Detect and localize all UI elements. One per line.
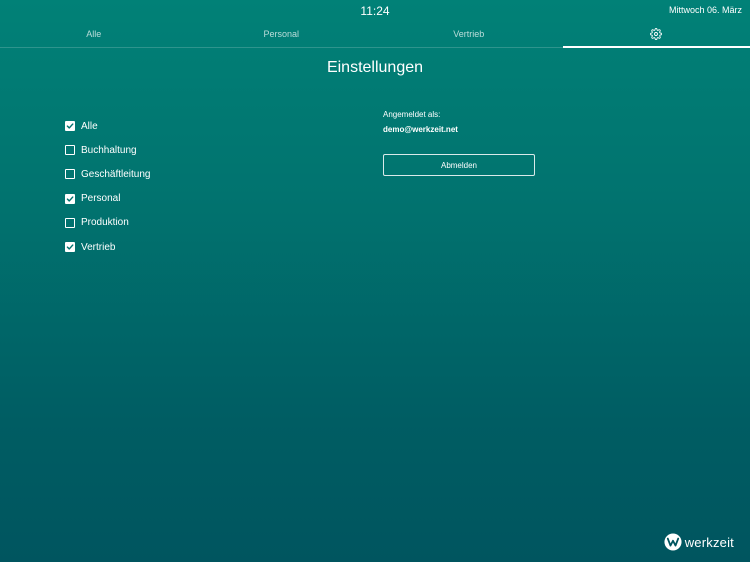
checkbox[interactable] (65, 121, 75, 132)
status-bar: 11:24 Mittwoch 06. März (0, 0, 750, 20)
checkbox[interactable] (65, 217, 75, 228)
logo-text: werkzeit (684, 534, 734, 550)
checkbox[interactable] (65, 193, 75, 204)
filter-label: Alle (81, 120, 98, 132)
checkbox[interactable] (65, 145, 75, 156)
status-time: 11:24 (360, 4, 390, 18)
filter-item-produktion[interactable]: Produktion (65, 211, 151, 235)
tab-personal[interactable]: Personal (188, 21, 376, 47)
tab-alle[interactable]: Alle (0, 21, 188, 47)
tab-label: Personal (263, 29, 300, 39)
account-email: demo@werkzeit.net (383, 125, 458, 134)
filter-item-buchhaltung[interactable]: Buchhaltung (65, 138, 151, 162)
check-icon (66, 196, 74, 202)
filter-item-alle[interactable]: Alle (65, 114, 151, 138)
tab-vertrieb[interactable]: Vertrieb (375, 21, 563, 47)
filter-item-vertrieb[interactable]: Vertrieb (65, 235, 151, 259)
filter-label: Produktion (81, 217, 129, 229)
check-icon (66, 244, 74, 250)
status-date: Mittwoch 06. März (668, 5, 742, 15)
tab-label: Alle (86, 29, 102, 39)
account-panel: Angemeldet als: demo@werkzeit.net Abmeld… (383, 110, 535, 176)
check-icon (66, 123, 74, 129)
filter-label: Geschäftleitung (81, 168, 151, 180)
filter-label: Personal (81, 193, 121, 205)
filter-label: Vertrieb (81, 241, 116, 253)
filter-label: Buchhaltung (81, 144, 137, 156)
checkbox[interactable] (65, 169, 75, 180)
gear-icon (650, 28, 663, 40)
department-filter-list: Alle Buchhaltung Geschäftleitung Persona… (65, 114, 151, 259)
page-title: Einstellungen (326, 59, 424, 76)
tab-settings[interactable] (562, 21, 750, 48)
logout-button[interactable]: Abmelden (383, 154, 535, 176)
filter-item-geschaeftleitung[interactable]: Geschäftleitung (65, 162, 151, 186)
tab-label: Vertrieb (453, 29, 485, 39)
werkzeit-logo-icon (664, 533, 682, 551)
filter-item-personal[interactable]: Personal (65, 187, 151, 211)
tab-bar: Alle Personal Vertrieb (0, 21, 750, 48)
checkbox[interactable] (65, 242, 75, 253)
werkzeit-logo: werkzeit (664, 533, 734, 551)
account-caption: Angemeldet als: (383, 110, 441, 119)
